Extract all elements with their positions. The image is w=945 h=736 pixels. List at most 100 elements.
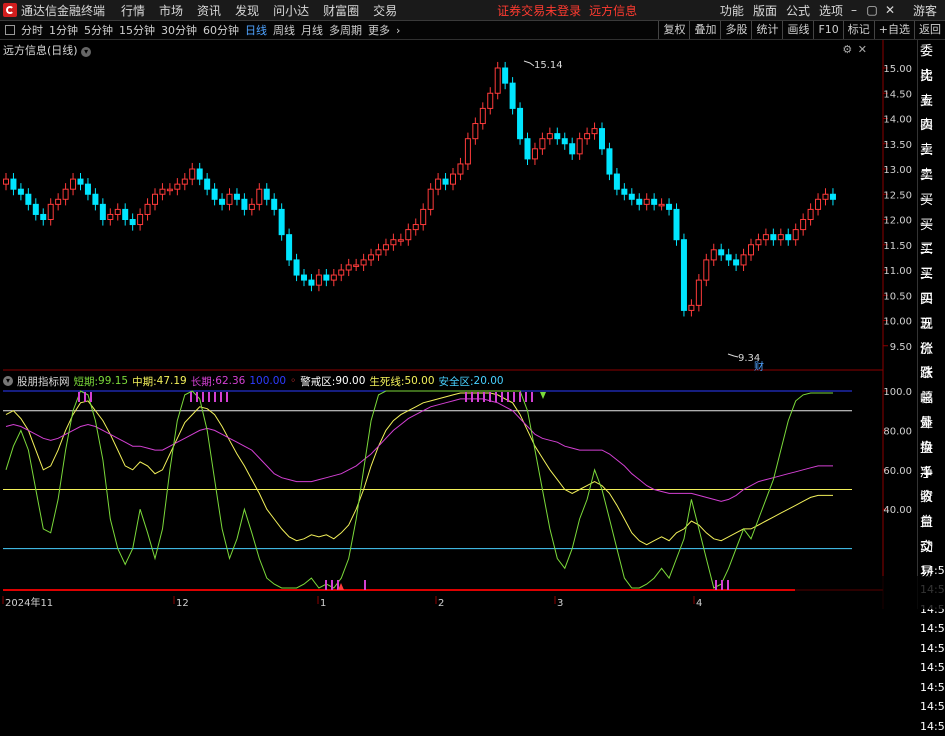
candle-body [397, 239, 404, 242]
price-axis-label: 11.50 [883, 241, 912, 252]
candle-body [755, 239, 762, 246]
side-panel-item[interactable]: 14:56 [918, 639, 945, 659]
candle-body [323, 274, 330, 281]
top-signal-mark [78, 392, 80, 402]
bottom-signal-mark [325, 580, 327, 590]
candle-body [308, 279, 315, 286]
event-marker[interactable]: 财 [754, 360, 764, 373]
candle-body [338, 269, 345, 276]
safe-label: 安全区: [438, 375, 474, 388]
level-value: 100.00 [249, 375, 287, 387]
quote-side-panel: 委比 卖五 卖四 卖三 卖二 卖一 买一 买二 买三 买四 买五 现价 涨跌 涨幅 总量 外盘 换手 净资 收益 自动… [917, 40, 945, 733]
candle-body [99, 203, 106, 221]
side-panel-item[interactable]: 买五 [918, 288, 945, 332]
side-panel-item[interactable]: 买二 [918, 214, 945, 258]
candle-body [345, 264, 352, 271]
candle-body [226, 193, 233, 205]
side-panel-item[interactable]: 外盘 [918, 412, 945, 456]
side-panel-item[interactable]: 交易 [918, 536, 945, 580]
mid-value: 47.19 [156, 375, 187, 387]
price-axis-label: 13.50 [883, 140, 912, 151]
side-panel-item[interactable]: 涨幅 [918, 362, 945, 406]
top-signal-mark [495, 392, 497, 402]
side-panel-item[interactable]: 收益 [918, 486, 945, 530]
candle-body [353, 264, 360, 267]
candle-body [330, 274, 337, 281]
long-term-line [5, 398, 833, 502]
candle-body [628, 193, 635, 200]
side-panel-item[interactable]: 买三 [918, 238, 945, 282]
side-panel-item[interactable]: 涨跌 [918, 338, 945, 382]
candle-body [278, 208, 285, 236]
price-axis-label: 11.00 [883, 266, 912, 277]
candle-body [368, 254, 375, 261]
life-label: 生死线: [369, 375, 405, 388]
candle-body [502, 67, 509, 84]
candle-body [174, 183, 181, 190]
side-panel-item[interactable]: 委比 [918, 40, 945, 84]
candle-body [159, 188, 166, 195]
top-signal-mark [531, 392, 533, 402]
candle-body [122, 208, 129, 220]
candle-body [539, 138, 546, 150]
top-signal-mark [208, 392, 210, 402]
side-panel-item[interactable]: 卖二 [918, 139, 945, 183]
candle-body [703, 259, 710, 281]
side-panel-item[interactable]: 卖三 [918, 114, 945, 158]
top-signal-mark [471, 392, 473, 402]
candle-body [658, 203, 665, 207]
top-signal-mark [226, 392, 228, 402]
candle-body [360, 259, 367, 266]
candle-body [166, 188, 173, 192]
candle-body [770, 234, 777, 241]
side-panel-item[interactable]: 买四 [918, 263, 945, 307]
side-panel-item[interactable]: 14:56 [918, 619, 945, 639]
indicator-settings-icon[interactable]: ▾ [3, 376, 13, 386]
candle-body [487, 92, 494, 109]
side-panel-item[interactable]: 卖五 [918, 65, 945, 109]
candle-body [643, 198, 650, 205]
candle-body [17, 188, 24, 195]
mid-term-line [5, 392, 833, 546]
candle-body [405, 229, 412, 241]
candle-body [84, 183, 91, 195]
candle-body [800, 219, 807, 231]
side-panel-item[interactable]: 卖一 [918, 164, 945, 208]
price-axis-label: 10.00 [883, 317, 912, 328]
top-signal-mark [190, 392, 192, 402]
indicator-legend: ▾ 股朋指标网 短期: 99.15 中期: 47.19 长期: 62.36 10… [3, 374, 508, 388]
candle-body [569, 143, 576, 155]
candle-body [435, 178, 442, 190]
candle-body [531, 148, 538, 160]
candle-body [114, 208, 121, 215]
candle-body [375, 249, 382, 256]
candle-body [47, 203, 54, 221]
side-panel-item[interactable]: 净资 [918, 462, 945, 506]
candle-body [613, 173, 620, 190]
top-signal-mark [465, 392, 467, 402]
bottom-signal-mark [721, 580, 723, 590]
candle-body [390, 239, 397, 246]
candlestick-chart[interactable]: 15.00 14.50 14.00 13.50 13.00 12.50 12.00 11.50… [0, 0, 945, 609]
candle-body [464, 138, 471, 165]
side-panel-item[interactable]: 14:56 [918, 678, 945, 698]
side-panel-item[interactable]: 现价 [918, 313, 945, 357]
candle-body [777, 234, 784, 241]
candle-body [442, 178, 449, 185]
candle-body [785, 234, 792, 241]
top-signal-mark [220, 392, 222, 402]
side-panel-item[interactable]: 买一 [918, 189, 945, 233]
side-panel-item[interactable]: 14:56 [918, 658, 945, 678]
top-signal-mark [196, 392, 198, 402]
side-panel-item[interactable]: 14:56 [918, 697, 945, 717]
candle-body [494, 67, 501, 94]
side-panel-item[interactable]: 14:56 [918, 717, 945, 736]
x-axis-label: 4 [696, 598, 702, 609]
side-panel-item[interactable]: 自动 [918, 511, 945, 555]
side-panel-item[interactable]: 卖四 [918, 90, 945, 134]
warn-value: 90.00 [335, 375, 366, 387]
price-axis-label: 9.50 [890, 342, 912, 353]
side-panel-item[interactable]: 总量 [918, 387, 945, 431]
candle-body [807, 208, 814, 220]
side-panel-item[interactable]: 换手 [918, 437, 945, 481]
